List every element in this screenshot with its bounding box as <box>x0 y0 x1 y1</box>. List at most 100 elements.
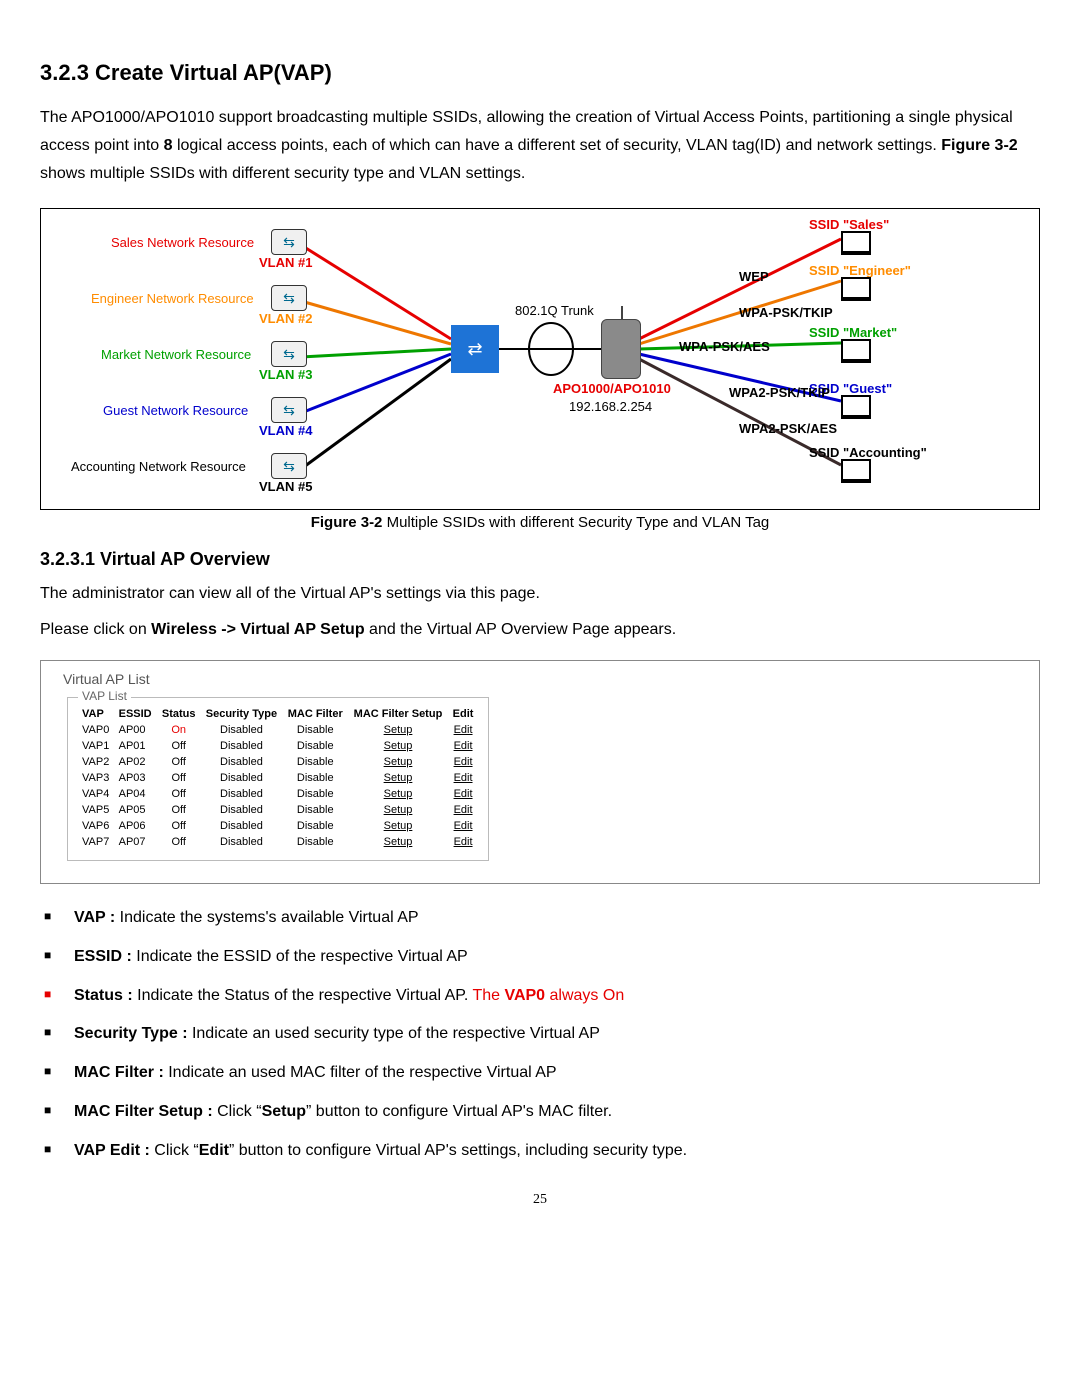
sec-wpapsk-aes: WPA-PSK/AES <box>679 339 770 354</box>
ssid-sales: SSID "Sales" <box>809 217 889 232</box>
cell-status: Off <box>157 818 200 834</box>
cell-edit[interactable]: Edit <box>448 834 478 850</box>
definition-item: VAP : Indicate the systems's available V… <box>40 906 1040 931</box>
res-guest: Guest Network Resource <box>103 403 248 418</box>
vap-panel-title: Virtual AP List <box>63 671 1025 687</box>
cell-vap: VAP5 <box>78 802 115 818</box>
figure-3-2-diagram: Sales Network Resource Engineer Network … <box>40 208 1040 510</box>
vlan-2: VLAN #2 <box>259 311 312 326</box>
cell-essid: AP05 <box>115 802 158 818</box>
cell-sectype: Disabled <box>200 834 282 850</box>
vap-fieldset-legend: VAP List <box>78 689 131 703</box>
cell-vap: VAP3 <box>78 770 115 786</box>
cell-essid: AP02 <box>115 754 158 770</box>
vlan-3: VLAN #3 <box>259 367 312 382</box>
table-row: VAP1AP01OffDisabledDisableSetupEdit <box>78 738 478 754</box>
cell-setup[interactable]: Setup <box>348 770 448 786</box>
sec-wpa2-tkip: WPA2-PSK/TKIP <box>729 385 830 400</box>
cell-macfilter: Disable <box>283 834 348 850</box>
cell-setup[interactable]: Setup <box>348 738 448 754</box>
sec-wpapsk-tkip: WPA-PSK/TKIP <box>739 305 833 320</box>
cell-edit[interactable]: Edit <box>448 818 478 834</box>
cell-essid: AP03 <box>115 770 158 786</box>
vap-table-header-row: VAP ESSID Status Security Type MAC Filte… <box>78 706 478 722</box>
definition-item: Security Type : Indicate an used securit… <box>40 1022 1040 1047</box>
switch-icon: ⇄ <box>451 325 499 373</box>
figure-caption-rest: Multiple SSIDs with different Security T… <box>382 514 769 531</box>
cell-status: Off <box>157 770 200 786</box>
table-row: VAP7AP07OffDisabledDisableSetupEdit <box>78 834 478 850</box>
cell-edit[interactable]: Edit <box>448 786 478 802</box>
col-vap: VAP <box>78 706 115 722</box>
definition-item: ESSID : Indicate the ESSID of the respec… <box>40 945 1040 970</box>
sec-wep: WEP <box>739 269 769 284</box>
trunk-label: 802.1Q Trunk <box>515 303 594 318</box>
intro-bold-8: 8 <box>164 137 173 154</box>
vap-table: VAP ESSID Status Security Type MAC Filte… <box>78 706 478 850</box>
p2-pre: Please click on <box>40 621 151 638</box>
cell-sectype: Disabled <box>200 754 282 770</box>
cell-macfilter: Disable <box>283 818 348 834</box>
laptop-icon <box>841 459 871 483</box>
col-edit: Edit <box>448 706 478 722</box>
laptop-icon <box>841 277 871 301</box>
table-row: VAP5AP05OffDisabledDisableSetupEdit <box>78 802 478 818</box>
cell-status: On <box>157 722 200 738</box>
device-label: APO1000/APO1010 <box>553 381 671 396</box>
cell-status: Off <box>157 786 200 802</box>
virtual-ap-list-panel: Virtual AP List VAP List VAP ESSID Statu… <box>40 660 1040 884</box>
sec-wpa2-aes: WPA2-PSK/AES <box>739 421 837 436</box>
col-macfiltersetup: MAC Filter Setup <box>348 706 448 722</box>
res-engineer: Engineer Network Resource <box>91 291 254 306</box>
table-row: VAP3AP03OffDisabledDisableSetupEdit <box>78 770 478 786</box>
cell-edit[interactable]: Edit <box>448 802 478 818</box>
cell-setup[interactable]: Setup <box>348 818 448 834</box>
col-essid: ESSID <box>115 706 158 722</box>
cell-setup[interactable]: Setup <box>348 786 448 802</box>
cell-edit[interactable]: Edit <box>448 754 478 770</box>
col-macfilter: MAC Filter <box>283 706 348 722</box>
laptop-icon <box>841 339 871 363</box>
cell-setup[interactable]: Setup <box>348 754 448 770</box>
cell-setup[interactable]: Setup <box>348 722 448 738</box>
cell-essid: AP00 <box>115 722 158 738</box>
cell-status: Off <box>157 754 200 770</box>
device-ip: 192.168.2.254 <box>569 399 652 414</box>
cell-macfilter: Disable <box>283 722 348 738</box>
ssid-market: SSID "Market" <box>809 325 897 340</box>
p2-bold: Wireless -> Virtual AP Setup <box>151 621 364 638</box>
laptop-icon <box>841 395 871 419</box>
table-row: VAP0AP00OnDisabledDisableSetupEdit <box>78 722 478 738</box>
subsection-title: 3.2.3.1 Virtual AP Overview <box>40 549 1040 570</box>
page-number: 25 <box>40 1192 1040 1208</box>
cell-sectype: Disabled <box>200 770 282 786</box>
subsection-p1: The administrator can view all of the Vi… <box>40 580 1040 608</box>
cell-essid: AP06 <box>115 818 158 834</box>
col-sectype: Security Type <box>200 706 282 722</box>
vlan-5: VLAN #5 <box>259 479 312 494</box>
vap-fieldset: VAP List VAP ESSID Status Security Type … <box>67 697 489 861</box>
network-icon <box>271 229 307 255</box>
res-market: Market Network Resource <box>101 347 251 362</box>
cell-macfilter: Disable <box>283 770 348 786</box>
cell-vap: VAP0 <box>78 722 115 738</box>
cell-edit[interactable]: Edit <box>448 770 478 786</box>
cell-vap: VAP6 <box>78 818 115 834</box>
cell-edit[interactable]: Edit <box>448 738 478 754</box>
vlan-1: VLAN #1 <box>259 255 312 270</box>
cell-sectype: Disabled <box>200 786 282 802</box>
res-sales: Sales Network Resource <box>111 235 254 250</box>
cell-macfilter: Disable <box>283 786 348 802</box>
cell-edit[interactable]: Edit <box>448 722 478 738</box>
laptop-icon <box>841 231 871 255</box>
subsection-p2: Please click on Wireless -> Virtual AP S… <box>40 616 1040 644</box>
cell-vap: VAP7 <box>78 834 115 850</box>
cell-setup[interactable]: Setup <box>348 834 448 850</box>
section-title: 3.2.3 Create Virtual AP(VAP) <box>40 60 1040 86</box>
definition-item: VAP Edit : Click “Edit” button to config… <box>40 1139 1040 1164</box>
cell-vap: VAP2 <box>78 754 115 770</box>
intro-mid: logical access points, each of which can… <box>173 137 942 154</box>
cell-setup[interactable]: Setup <box>348 802 448 818</box>
cell-vap: VAP4 <box>78 786 115 802</box>
intro-post: shows multiple SSIDs with different secu… <box>40 165 525 182</box>
